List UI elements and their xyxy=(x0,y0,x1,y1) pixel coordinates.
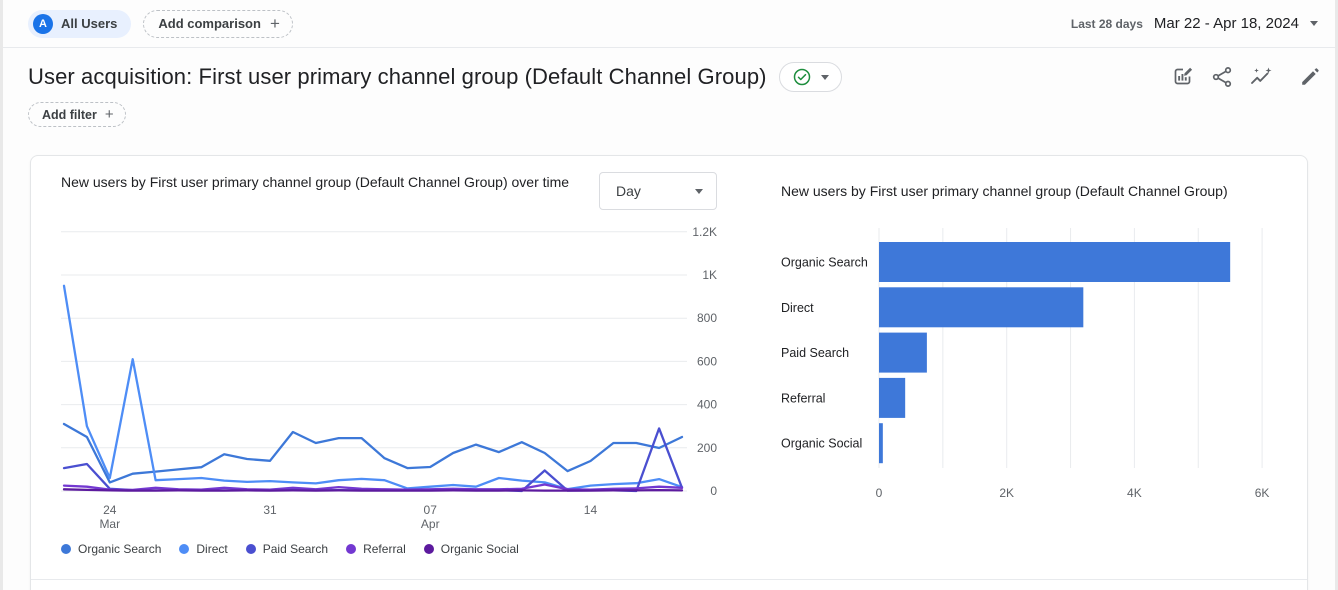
line-chart-title: New users by First user primary channel … xyxy=(61,172,586,193)
legend-item-paid-search: Paid Search xyxy=(246,542,328,556)
legend-item-organic-social: Organic Social xyxy=(424,542,519,556)
legend-item-organic-search: Organic Search xyxy=(61,542,161,556)
legend-label: Paid Search xyxy=(263,542,328,556)
insights-icon xyxy=(1249,65,1273,89)
check-circle-icon xyxy=(792,67,812,87)
series-line-organic-search xyxy=(64,424,682,482)
date-range-label: Mar 22 - Apr 18, 2024 xyxy=(1154,15,1299,32)
legend-label: Direct xyxy=(196,542,227,556)
caret-down-icon xyxy=(1310,21,1318,26)
y-tick-label: 600 xyxy=(697,354,717,368)
customize-report-button[interactable] xyxy=(1171,65,1195,89)
data-quality-dropdown[interactable] xyxy=(779,62,842,92)
bar-organic-search xyxy=(879,242,1230,282)
granularity-select[interactable]: Day xyxy=(599,172,717,210)
y-tick-label: 400 xyxy=(697,398,717,412)
y-tick-label: 1.2K xyxy=(692,225,717,239)
bar-category-label: Organic Social xyxy=(781,437,862,451)
x-tick-label: 14 xyxy=(584,503,598,517)
y-tick-label: 800 xyxy=(697,311,717,325)
legend-dot-icon xyxy=(179,544,189,554)
date-range-selector[interactable]: Last 28 days Mar 22 - Apr 18, 2024 xyxy=(1071,15,1318,32)
comparison-bar: A All Users Add comparison + Last 28 day… xyxy=(0,0,1338,48)
plus-icon: + xyxy=(270,15,280,32)
caret-down-icon xyxy=(821,75,829,80)
bar-chart: 0 2K 4K 6K Organic Search Direct Paid Search Re… xyxy=(741,216,1309,516)
share-icon xyxy=(1210,65,1234,89)
x-tick-label: 31 xyxy=(263,503,277,517)
x-tick-label: 2K xyxy=(999,486,1014,500)
page-title: User acquisition: First user primary cha… xyxy=(28,64,767,90)
legend-dot-icon xyxy=(61,544,71,554)
x-tick-label: 4K xyxy=(1127,486,1142,500)
edit-button[interactable] xyxy=(1298,65,1322,89)
x-tick-label: 6K xyxy=(1255,486,1270,500)
insights-button[interactable] xyxy=(1249,65,1273,89)
add-comparison-label: Add comparison xyxy=(158,16,261,31)
series-line-organic-social xyxy=(64,489,682,490)
bar-category-label: Direct xyxy=(781,301,814,315)
add-filter-button[interactable]: Add filter + xyxy=(28,102,126,127)
x-tick-sublabel: Apr xyxy=(421,517,440,531)
line-chart: 0 200 400 600 800 1K 1.2K 24Mar 31 07Apr 14 xyxy=(31,208,771,538)
legend-label: Referral xyxy=(363,542,406,556)
caret-down-icon xyxy=(695,189,703,194)
card-divider xyxy=(31,579,1307,580)
granularity-value: Day xyxy=(616,183,641,199)
legend-item-direct: Direct xyxy=(179,542,227,556)
add-comparison-button[interactable]: Add comparison + xyxy=(143,10,293,38)
legend-dot-icon xyxy=(346,544,356,554)
share-button[interactable] xyxy=(1210,65,1234,89)
x-tick-label: 0 xyxy=(876,486,883,500)
line-legend: Organic Search Direct Paid Search Referral O… xyxy=(61,542,519,556)
report-card: New users by First user primary channel … xyxy=(30,155,1308,590)
report-header: User acquisition: First user primary cha… xyxy=(28,62,1322,92)
legend-label: Organic Search xyxy=(78,542,161,556)
report-actions xyxy=(1171,65,1322,89)
legend-dot-icon xyxy=(246,544,256,554)
bar-direct xyxy=(879,287,1083,327)
x-tick-label: 07 xyxy=(424,503,438,517)
plus-icon: + xyxy=(105,107,114,122)
x-tick-label: 24 xyxy=(103,503,117,517)
avatar: A xyxy=(33,14,53,34)
date-preset-label: Last 28 days xyxy=(1071,17,1143,31)
bar-category-label: Referral xyxy=(781,391,825,405)
page-edge xyxy=(0,0,3,590)
bar-category-label: Paid Search xyxy=(781,346,849,360)
all-users-label: All Users xyxy=(61,16,117,31)
legend-label: Organic Social xyxy=(441,542,519,556)
legend-dot-icon xyxy=(424,544,434,554)
x-tick-sublabel: Mar xyxy=(99,517,120,531)
customize-report-icon xyxy=(1171,65,1195,89)
bar-category-label: Organic Search xyxy=(781,256,868,270)
bar-paid-search xyxy=(879,333,927,373)
series-line-paid-search xyxy=(64,428,682,491)
bar-chart-title: New users by First user primary channel … xyxy=(781,183,1228,199)
edit-pencil-icon xyxy=(1298,65,1322,89)
add-filter-label: Add filter xyxy=(42,108,97,122)
y-tick-label: 1K xyxy=(702,268,717,282)
bar-referral xyxy=(879,378,905,418)
legend-item-referral: Referral xyxy=(346,542,406,556)
y-tick-label: 0 xyxy=(710,484,717,498)
bar-organic-social xyxy=(879,423,883,463)
series-line-direct xyxy=(64,286,682,489)
all-users-chip[interactable]: A All Users xyxy=(28,10,131,38)
y-tick-label: 200 xyxy=(697,441,717,455)
